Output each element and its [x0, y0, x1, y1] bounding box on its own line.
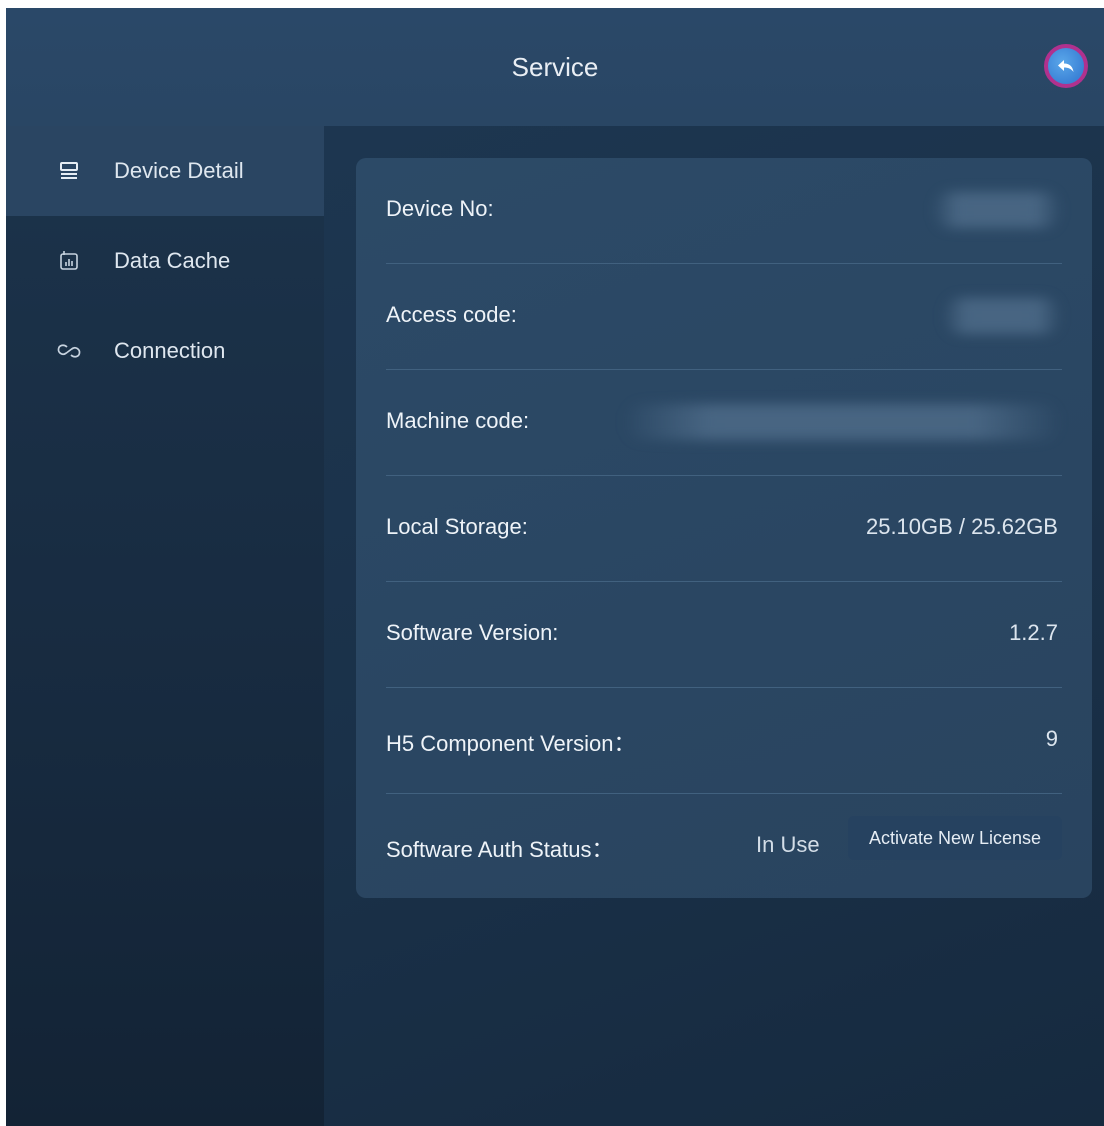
h5-component-version-label: H5 Component Version： [386, 731, 636, 756]
software-version-value: 1.2.7 [1009, 620, 1058, 645]
sidebar-item-label: Data Cache [114, 248, 231, 273]
access-code-value-redacted [942, 298, 1062, 334]
sidebar-item-connection[interactable]: Connection [6, 306, 324, 396]
link-icon [54, 336, 84, 366]
auth-status-value: In Use [756, 832, 820, 857]
back-arrow-icon [1058, 60, 1074, 72]
sidebar: Device Detail Data Cache Connection [6, 126, 324, 1126]
sidebar-item-device-detail[interactable]: Device Detail [6, 126, 324, 216]
software-auth-status-row: Software Auth Status： In Use Activate Ne… [386, 794, 1062, 900]
device-detail-card: Device No: Access code: Machine code: Lo… [356, 158, 1092, 898]
local-storage-value: 25.10GB / 25.62GB [865, 514, 1058, 539]
device-no-row: Device No: [386, 158, 1062, 264]
software-version-label: Software Version: [386, 620, 559, 645]
access-code-label: Access code: [386, 302, 517, 327]
sidebar-item-label: Device Detail [114, 158, 244, 183]
machine-code-label: Machine code: [386, 408, 530, 433]
activate-new-license-button[interactable]: Activate New License [848, 816, 1062, 860]
service-screen: Service Device Detail Data Cache Connect… [6, 8, 1104, 1126]
access-code-row: Access code: [386, 264, 1062, 370]
header-bar: Service [6, 8, 1104, 126]
server-icon [54, 156, 84, 186]
software-version-row: Software Version: 1.2.7 [386, 582, 1062, 688]
h5-component-version-value: 9 [1045, 726, 1058, 751]
local-storage-row: Local Storage: 25.10GB / 25.62GB [386, 476, 1062, 582]
sidebar-item-label: Connection [114, 338, 226, 363]
device-no-label: Device No: [386, 196, 494, 221]
device-no-value-redacted [932, 192, 1062, 228]
h5-component-version-row: H5 Component Version： 9 [386, 688, 1062, 794]
back-button[interactable] [1044, 44, 1088, 88]
software-auth-status-label: Software Auth Status： [386, 837, 614, 862]
sidebar-item-data-cache[interactable]: Data Cache [6, 216, 324, 306]
machine-code-value-redacted [622, 404, 1062, 440]
main-panel: Device No: Access code: Machine code: Lo… [324, 126, 1104, 1126]
machine-code-row: Machine code: [386, 370, 1062, 476]
chart-icon [54, 246, 84, 276]
page-title: Service [511, 52, 599, 82]
local-storage-label: Local Storage: [386, 514, 528, 539]
